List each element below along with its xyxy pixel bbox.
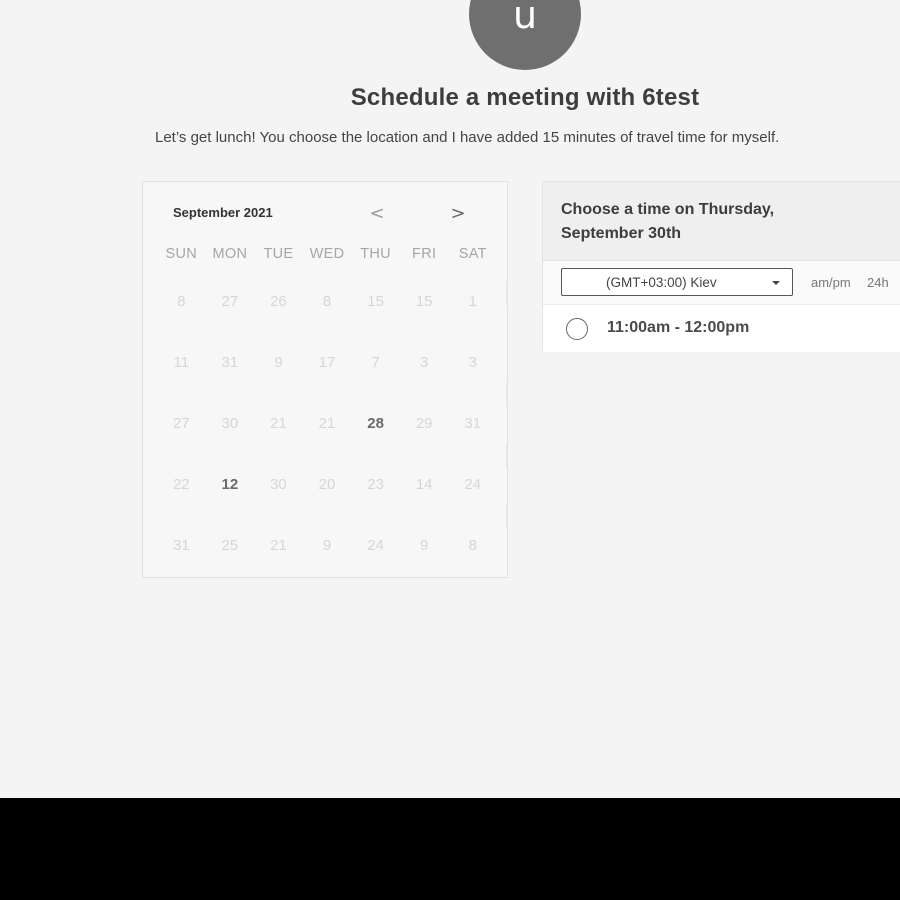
radio-button[interactable] <box>566 318 588 340</box>
calendar-edge-mark <box>506 504 508 528</box>
calendar-day: 15 <box>415 293 433 310</box>
weekday-label: THU <box>360 246 391 262</box>
chevron-right-icon[interactable]: > <box>448 203 468 225</box>
calendar-week-row: 31 25 21 9 24 9 8 <box>157 515 497 576</box>
timezone-value: (GMT+03:00) Kiev <box>606 275 717 290</box>
avatar: u <box>469 0 581 70</box>
calendar-day: 20 <box>318 476 336 493</box>
calendar-day: 31 <box>221 354 239 371</box>
calendar-day: 17 <box>318 354 336 371</box>
weekday-label: MON <box>212 246 248 262</box>
calendar-day: 21 <box>270 415 287 432</box>
timezone-select[interactable]: (GMT+03:00) Kiev <box>561 268 793 296</box>
calendar-day: 23 <box>367 476 384 493</box>
weekday-label: FRI <box>412 246 437 262</box>
calendar-edge-mark <box>506 382 508 406</box>
calendar-week-row: 22 12 30 20 23 14 24 <box>157 454 497 515</box>
calendar-day: 8 <box>322 293 332 310</box>
calendar-week-row: 8 27 26 8 15 15 1 <box>157 271 497 332</box>
calendar-edge-mark <box>506 281 508 305</box>
calendar-day: 3 <box>420 354 429 371</box>
time-picker-header: Choose a time on Thursday, September 30t… <box>543 182 900 261</box>
calendar-week-row: 27 30 21 21 28 29 31 <box>157 393 497 454</box>
format-24h-toggle[interactable]: 24h <box>867 275 889 290</box>
calendar-day: 11 <box>173 354 190 371</box>
calendar-day: 9 <box>420 537 429 554</box>
weekday-label: WED <box>309 246 345 262</box>
calendar-week-row: 11 31 9 17 7 3 3 <box>157 332 497 393</box>
time-picker-heading: Choose a time on Thursday, September 30t… <box>561 201 775 242</box>
calendar: September 2021 < > SUN MON TUE WED THU FRI SAT… <box>142 181 508 578</box>
calendar-day: 14 <box>415 476 433 493</box>
calendar-day: 30 <box>221 415 239 432</box>
weekday-label: SUN <box>165 246 198 262</box>
calendar-day: 22 <box>172 476 190 493</box>
time-slot[interactable]: 11:00am - 12:00pm <box>543 304 900 352</box>
avatar-letter: u <box>512 0 538 37</box>
calendar-day: 31 <box>172 537 190 554</box>
calendar-day: 31 <box>464 415 482 432</box>
calendar-day: 9 <box>322 537 332 554</box>
page-title: Schedule a meeting with 6test <box>350 84 700 111</box>
calendar-day: 1 <box>468 293 477 310</box>
caret-down-icon <box>772 281 780 285</box>
calendar-day: 21 <box>318 415 336 432</box>
calendar-grid: 8 27 26 8 15 15 1 11 31 9 17 7 3 3 27 30 21 21 28 29 31 22 12 3… <box>157 271 497 576</box>
calendar-day: 8 <box>177 293 186 310</box>
time-slot-label: 11:00am - 12:00pm <box>607 319 750 336</box>
calendar-day: 25 <box>221 537 239 554</box>
weekday-label: TUE <box>263 246 294 262</box>
calendar-day: 21 <box>270 537 287 554</box>
scheduling-page: u Schedule a meeting with 6test Let’s ge… <box>0 0 900 798</box>
calendar-month-label: September 2021 <box>173 205 273 220</box>
calendar-day: 8 <box>468 537 477 554</box>
calendar-day-available[interactable]: 12 <box>206 454 255 515</box>
calendar-day: 26 <box>270 293 287 310</box>
calendar-day: 9 <box>274 354 283 371</box>
calendar-day-available[interactable]: 28 <box>351 393 400 454</box>
calendar-day: 29 <box>415 415 433 432</box>
calendar-day: 24 <box>367 537 384 554</box>
calendar-day: 27 <box>172 415 190 432</box>
calendar-day: 3 <box>468 354 477 371</box>
calendar-day: 7 <box>371 354 380 371</box>
format-ampm-toggle[interactable]: am/pm <box>811 275 851 290</box>
calendar-day: 15 <box>367 293 384 310</box>
page-description: Let’s get lunch! You choose the location… <box>155 129 780 146</box>
chevron-left-icon[interactable]: < <box>367 203 387 225</box>
bottom-black-bar <box>0 798 900 900</box>
calendar-day: 24 <box>464 476 482 493</box>
calendar-edge-mark <box>506 444 508 468</box>
calendar-day: 27 <box>221 293 239 310</box>
weekday-label: SAT <box>458 246 487 262</box>
calendar-weekday-header: SUN MON TUE WED THU FRI SAT <box>157 246 497 262</box>
time-picker-panel: Choose a time on Thursday, September 30t… <box>542 181 900 352</box>
calendar-day: 30 <box>270 476 287 493</box>
